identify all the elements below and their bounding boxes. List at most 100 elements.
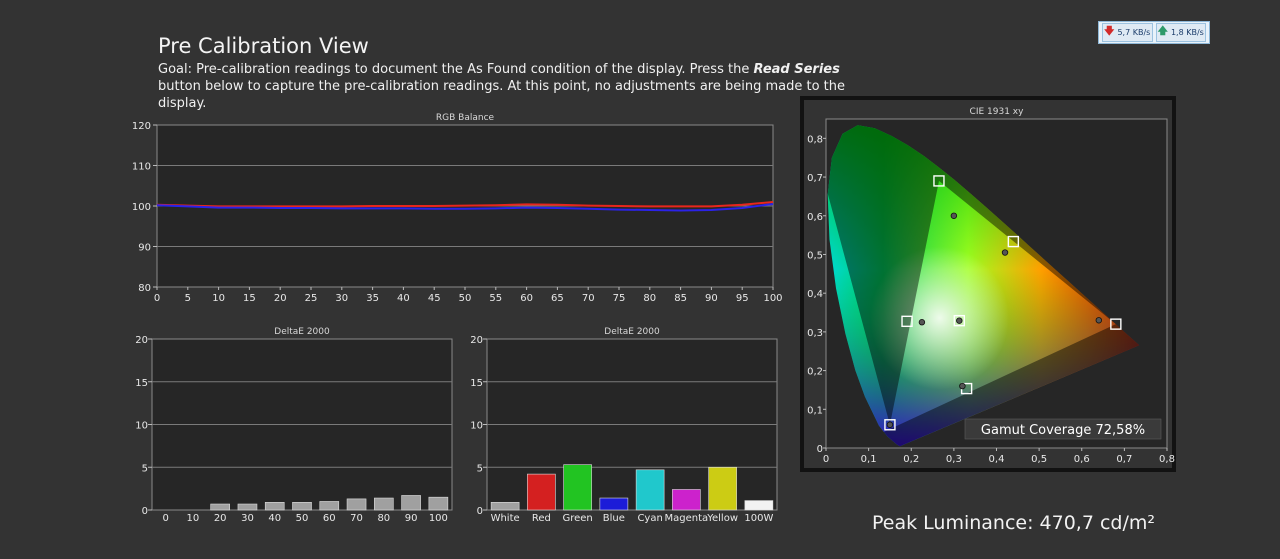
cie-measured-point — [918, 319, 926, 326]
cie-y-tick-label: 0,4 — [807, 289, 823, 300]
de-color-y-tick-label: 10 — [470, 421, 483, 432]
de-color-y-tick-label: 5 — [477, 463, 483, 474]
cie-measured-point — [1095, 317, 1102, 324]
cie-x-tick-label: 0,2 — [903, 454, 919, 465]
de-gray-x-label: 10 — [187, 513, 200, 524]
download-speed: 🡇 5,7 KB/s — [1102, 23, 1153, 42]
upload-speed-value: 1,8 KB/s — [1170, 28, 1204, 37]
cie-y-tick-label: 0,3 — [807, 328, 823, 339]
de-color-x-label: Yellow — [706, 513, 738, 524]
rgb-x-tick-label: 15 — [243, 293, 256, 304]
cie-measured-point — [1001, 249, 1009, 256]
goal-text-prefix: Goal: Pre-calibration readings to docume… — [158, 62, 754, 77]
de-color-bar — [672, 489, 701, 511]
de-gray-y-tick-label: 20 — [135, 335, 148, 346]
rgb-y-tick-label: 90 — [138, 243, 151, 254]
cie-y-tick-label: 0,8 — [807, 134, 823, 145]
cie-x-tick-label: 0,1 — [861, 454, 877, 465]
upload-speed: 🡅 1,8 KB/s — [1155, 23, 1206, 42]
rgb-x-tick-label: 65 — [551, 293, 564, 304]
cie-chart-title: CIE 1931 xy — [970, 107, 1025, 117]
de-color-x-label: Blue — [603, 513, 625, 524]
rgb-x-tick-label: 45 — [428, 293, 441, 304]
cie-x-tick-label: 0 — [823, 454, 829, 465]
download-arrow-icon: 🡇 — [1104, 26, 1115, 37]
rgb-y-tick-label: 100 — [132, 202, 151, 213]
de-color-bar — [527, 473, 556, 511]
cie-measured-point — [956, 317, 963, 324]
cie-1931-chart: CIE 1931 xy 0 0,1 0,2 0,3 0,4 0,5 0,6 0,7 0,8 0 0,1… — [800, 96, 1176, 472]
de-color-x-label: White — [491, 513, 520, 524]
rgb-x-tick-label: 50 — [459, 293, 472, 304]
rgb-y-tick-label: 110 — [132, 162, 151, 173]
de-color-bar — [635, 469, 665, 511]
de-color-bar — [599, 497, 629, 511]
de-gray-x-label: 50 — [296, 513, 309, 524]
upload-arrow-icon: 🡅 — [1157, 26, 1168, 37]
goal-description: Goal: Pre-calibration readings to docume… — [158, 61, 848, 112]
cie-x-tick-label: 0,5 — [1031, 454, 1047, 465]
de-gray-x-label: 30 — [241, 513, 254, 524]
rgb-x-tick-label: 85 — [674, 293, 687, 304]
de-gray-y-tick-label: 15 — [135, 378, 148, 389]
rgb-x-tick-label: 5 — [185, 293, 191, 304]
de-gray-bar — [264, 502, 285, 511]
cie-y-tick-label: 0,7 — [807, 173, 823, 184]
rgb-y-tick-label: 80 — [138, 283, 151, 294]
gamut-coverage-label: Gamut Coverage 72,58% — [981, 423, 1145, 438]
de-gray-x-label: 40 — [268, 513, 281, 524]
de-color-bar — [490, 502, 520, 511]
rgb-x-tick-label: 95 — [736, 293, 749, 304]
rgb-x-tick-label: 10 — [212, 293, 225, 304]
de-color-bar — [708, 466, 737, 511]
de-gray-x-label: 90 — [405, 513, 418, 524]
goal-text-suffix: button below to capture the pre-calibrat… — [158, 79, 845, 111]
rgb-x-tick-label: 75 — [613, 293, 626, 304]
de-color-chart-title: DeltaE 2000 — [604, 327, 660, 337]
rgb-chart-title: RGB Balance — [436, 113, 495, 123]
cie-x-tick-label: 0,4 — [989, 454, 1005, 465]
delta-e-grayscale-chart: DeltaE 2000 0 5 10 15 20 0 10 20 30 40 50 60 70 80 90 10… — [135, 327, 453, 524]
de-gray-x-label: 0 — [162, 513, 168, 524]
de-gray-y-tick-label: 5 — [142, 463, 148, 474]
rgb-x-tick-label: 30 — [335, 293, 348, 304]
de-gray-x-label: 80 — [377, 513, 390, 524]
de-gray-x-label: 100 — [429, 513, 448, 524]
rgb-balance-chart: RGB Balance 80 90 100 110 120 0 5 10 15 20 25 30 35 40… — [132, 113, 783, 304]
cie-x-tick-label: 0,7 — [1116, 454, 1132, 465]
de-color-y-tick-label: 0 — [477, 506, 483, 517]
de-gray-y-tick-label: 10 — [135, 421, 148, 432]
cie-measured-point — [886, 421, 894, 428]
de-gray-bar — [401, 495, 421, 511]
delta-e-color-chart: DeltaE 2000 0 5 10 15 20 White Red Green Blue Cyan… — [470, 327, 778, 524]
rgb-x-tick-label: 25 — [305, 293, 318, 304]
de-gray-x-label: 70 — [350, 513, 363, 524]
read-series-reference: Read Series — [753, 62, 840, 77]
rgb-y-tick-label: 120 — [132, 121, 151, 132]
download-speed-value: 5,7 KB/s — [1117, 28, 1151, 37]
cie-y-tick-label: 0,1 — [807, 405, 823, 416]
de-color-x-label: Cyan — [637, 513, 662, 524]
rgb-x-tick-label: 35 — [366, 293, 379, 304]
cie-y-tick-label: 0 — [817, 444, 823, 455]
de-gray-bar — [210, 503, 230, 511]
cie-x-tick-label: 0,3 — [946, 454, 962, 465]
de-gray-chart-title: DeltaE 2000 — [274, 327, 330, 337]
page-title: Pre Calibration View — [158, 34, 369, 58]
rgb-x-tick-label: 0 — [154, 293, 160, 304]
de-color-y-tick-label: 20 — [470, 335, 483, 346]
de-color-x-label: Green — [562, 513, 592, 524]
rgb-x-tick-label: 80 — [643, 293, 656, 304]
rgb-x-tick-label: 70 — [582, 293, 595, 304]
de-gray-bar — [237, 503, 258, 511]
network-speed-widget[interactable]: 🡇 5,7 KB/s 🡅 1,8 KB/s — [1098, 21, 1210, 44]
rgb-x-tick-label: 40 — [397, 293, 410, 304]
cie-x-tick-label: 0,8 — [1159, 454, 1175, 465]
cie-measured-point — [959, 382, 966, 390]
de-color-x-label: Magenta — [665, 513, 709, 524]
de-gray-x-label: 20 — [214, 513, 227, 524]
de-gray-bar — [374, 497, 394, 511]
rgb-x-tick-label: 60 — [520, 293, 533, 304]
rgb-x-tick-label: 100 — [763, 293, 782, 304]
de-color-bar — [744, 500, 774, 511]
